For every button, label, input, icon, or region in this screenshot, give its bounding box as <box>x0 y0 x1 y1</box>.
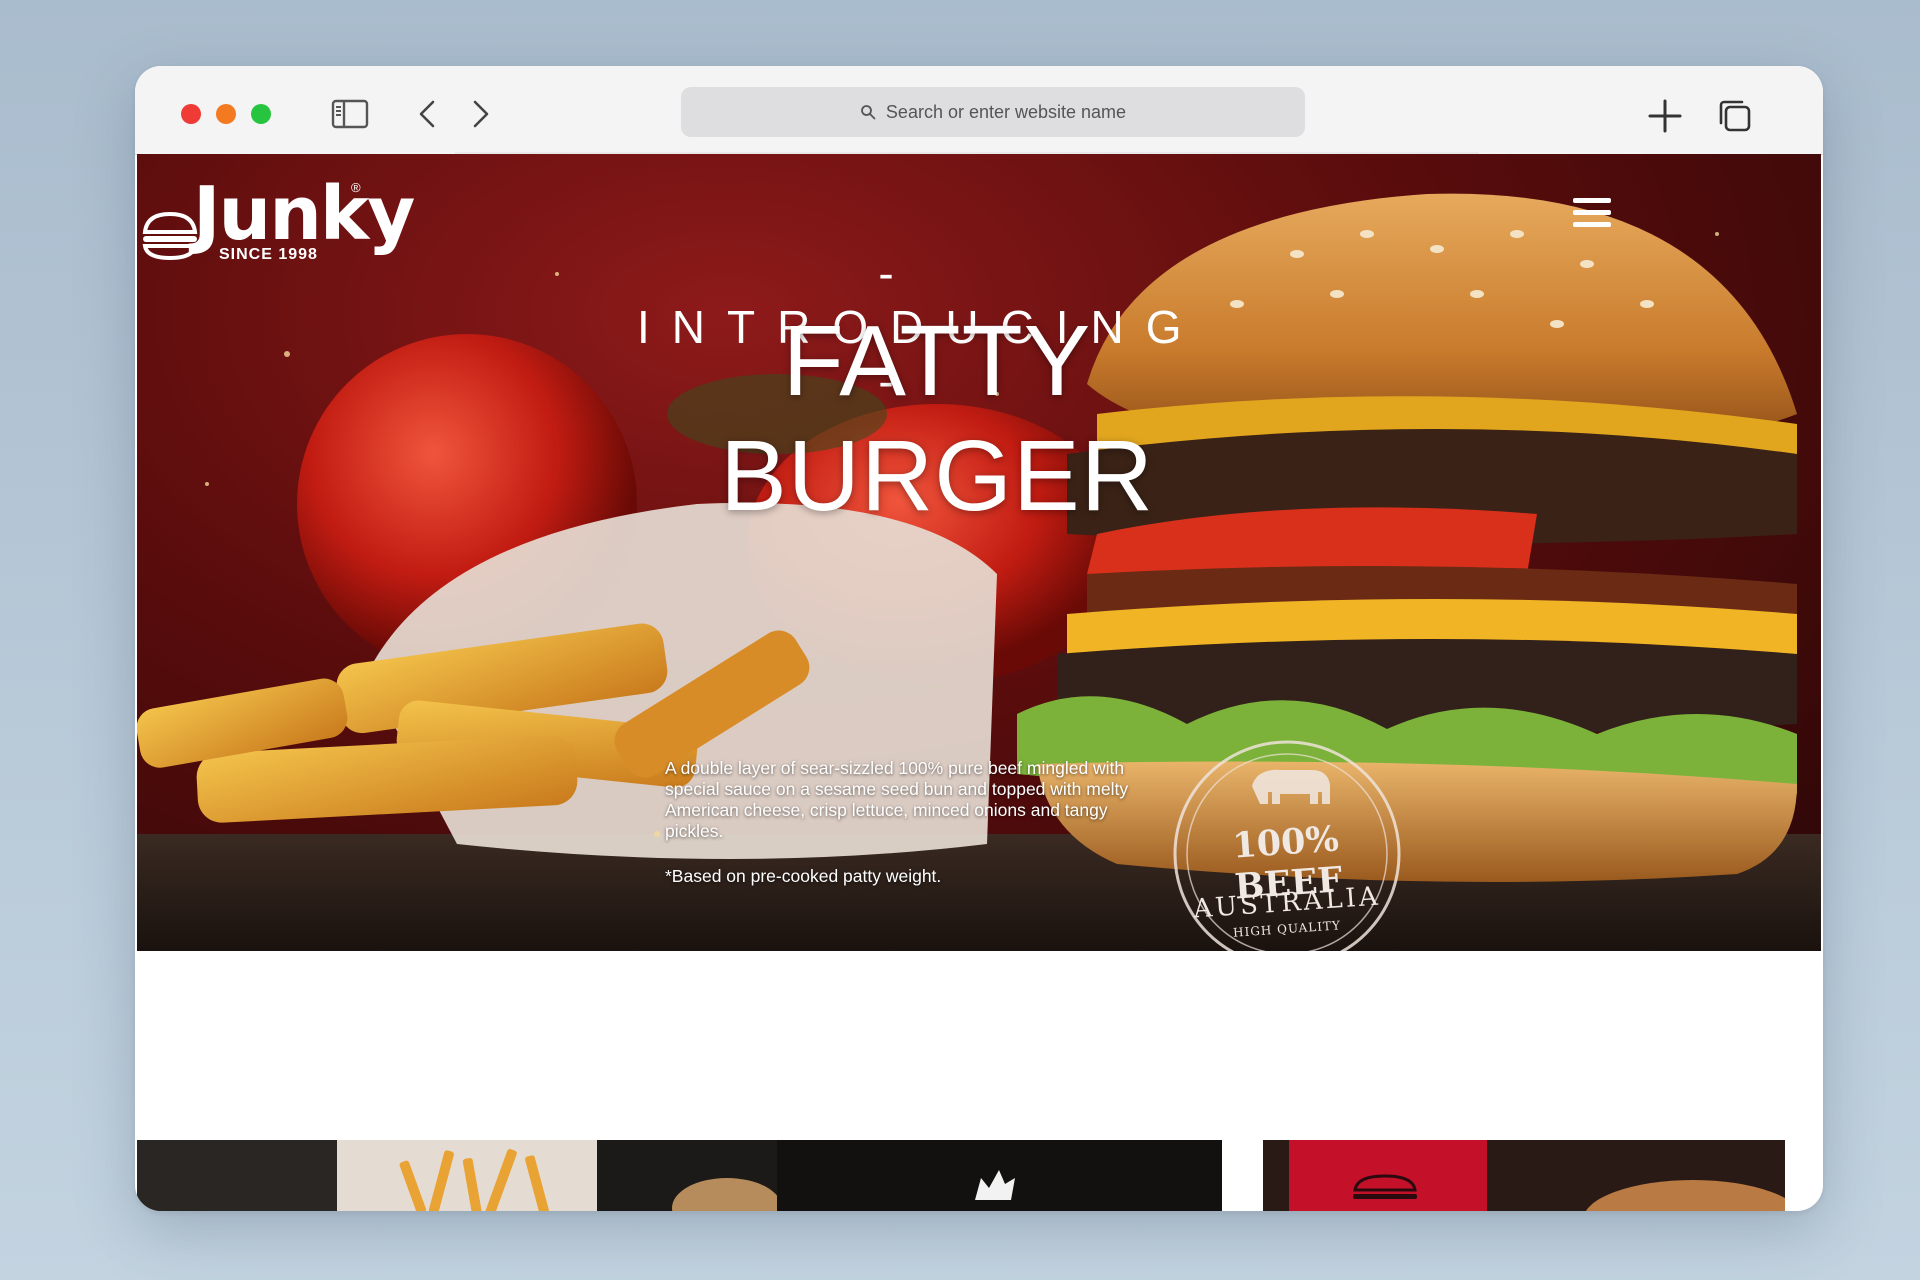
forward-arrow-icon[interactable] <box>460 94 500 134</box>
promo-card-right[interactable] <box>1263 1140 1785 1211</box>
address-placeholder: Search or enter website name <box>885 101 1127 122</box>
logo-wordmark: Junky <box>193 171 415 257</box>
menu-bar <box>1573 198 1611 203</box>
close-window-button[interactable] <box>181 104 201 124</box>
menu-bar <box>1573 210 1611 215</box>
new-tab-plus-icon[interactable] <box>1645 96 1685 136</box>
burger-logo-icon <box>142 211 198 261</box>
zoom-window-button[interactable] <box>251 104 271 124</box>
tab-overview-icon[interactable] <box>1715 96 1755 136</box>
browser-window: Search or enter website name Junky ® SIN… <box>135 66 1823 1211</box>
hero-banner: Junky ® SINCE 1998 - INTRODUCING - FATTY… <box>137 154 1821 951</box>
registered-mark: ® <box>351 180 361 195</box>
hero-footnote: *Based on pre-cooked patty weight. <box>665 866 942 886</box>
hamburger-menu-icon[interactable] <box>1573 198 1611 232</box>
search-icon <box>861 105 876 120</box>
junky-logo[interactable]: Junky ® SINCE 1998 <box>137 168 415 268</box>
sidebar-icon[interactable] <box>330 94 370 134</box>
logo-since: SINCE 1998 <box>219 246 318 263</box>
promo-card-left[interactable] <box>137 1140 1222 1211</box>
hero-description: A double layer of sear-sizzled 100% pure… <box>665 758 1129 841</box>
fries-drink-photo <box>137 1140 1222 1211</box>
back-arrow-icon[interactable] <box>408 94 448 134</box>
minimize-window-button[interactable] <box>216 104 236 124</box>
burger-card-photo <box>1289 1140 1785 1211</box>
menu-bar <box>1573 222 1611 227</box>
browser-toolbar: Search or enter website name <box>135 66 1823 155</box>
address-bar[interactable]: Search or enter website name <box>681 87 1305 137</box>
hero-title: FATTY BURGER <box>720 305 1154 532</box>
